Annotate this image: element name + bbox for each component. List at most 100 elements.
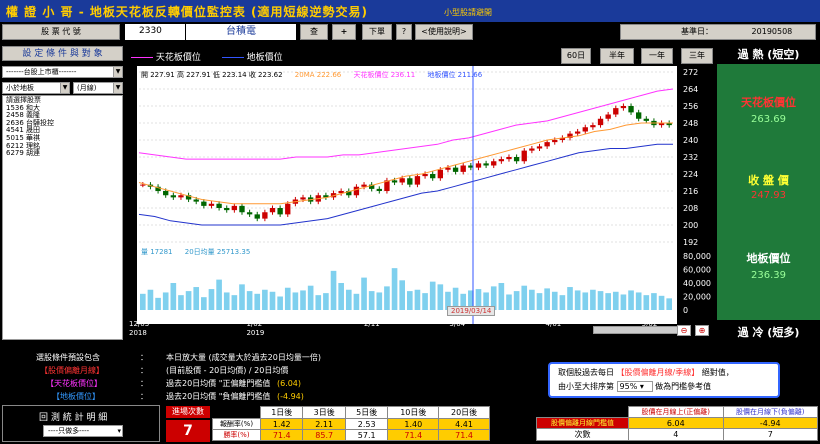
- chart-legend: 天花板價位 地板價位: [131, 50, 283, 63]
- threshold-row-label: 股價偏離月線門檻值: [536, 417, 629, 429]
- threshold-table: 股價在月線上(正偏離) 股價在月線下(負偏離) 股價偏離月線門檻值 6.04 -…: [536, 406, 818, 441]
- chart-scrollbar[interactable]: [593, 326, 687, 334]
- entry-count: 7: [166, 420, 210, 442]
- volume-bar: [216, 279, 222, 310]
- period-half-year-button[interactable]: 半年: [600, 48, 634, 64]
- period-three-year-button[interactable]: 三年: [681, 48, 713, 64]
- order-button[interactable]: 下單: [362, 24, 392, 40]
- candle-body: [216, 203, 222, 208]
- volume-bar: [384, 286, 390, 310]
- price-tick-label: 208: [683, 204, 698, 213]
- help-button[interactable]: <使用說明>: [415, 24, 473, 40]
- price-chart[interactable]: 272 264 256 248 240 232 224 216 208 200 192 80,000…: [125, 66, 717, 342]
- price-tick-label: 240: [683, 136, 698, 145]
- volume-tick-label: 0: [683, 306, 688, 315]
- volume-bar: [544, 288, 550, 310]
- query-button[interactable]: 查: [300, 24, 328, 40]
- return-cell: 4.41: [438, 418, 490, 430]
- volume-bar: [574, 290, 581, 310]
- candle-body: [163, 191, 169, 196]
- volume-bar: [338, 283, 344, 310]
- volume-bar: [422, 293, 428, 310]
- note-text: 絕對值，: [701, 368, 734, 377]
- volume-bar: [140, 293, 146, 310]
- table-row: 勝率(%) 71.4 85.7 57.1 71.4 71.4: [212, 429, 490, 441]
- volume-bar: [185, 291, 192, 310]
- percentile-value: 95%: [619, 382, 638, 391]
- zoom-in-icon[interactable]: ⊕: [695, 325, 709, 336]
- period-select[interactable]: (月線) ▼: [73, 82, 123, 94]
- stock-name: 台積電: [186, 24, 296, 40]
- candle-body: [452, 167, 459, 172]
- list-item[interactable]: 6279 胡連: [6, 150, 119, 158]
- settings-button[interactable]: 設 定 條 件 與 對 象: [2, 46, 123, 61]
- candle-body: [460, 165, 466, 172]
- return-cell: 1.40: [387, 418, 440, 430]
- table-row: 次數 4 7: [536, 428, 818, 441]
- stock-list[interactable]: 請選擇股票 1536 和大 2458 義隆 2636 台驊投控 4541 晟田 …: [2, 95, 123, 340]
- backtest-select[interactable]: ----只做多---- ▾: [43, 425, 123, 437]
- bottom-panel: 選股條件預設包含 ： 本日放大量 (成交量大於過去20日均量一倍) 【股價偏離月…: [0, 342, 820, 444]
- volume-bar: [666, 298, 672, 310]
- floor-text: 地板價位 211.66: [427, 71, 483, 79]
- volume-ma-text: 20日均量 25713.35: [184, 248, 251, 256]
- filter-select[interactable]: 小於地板 ▼: [2, 82, 70, 94]
- filter-select-value: 小於地板: [6, 84, 34, 92]
- legend-floor: 地板價位: [246, 53, 283, 63]
- zoom-out-icon[interactable]: ⊖: [677, 325, 691, 336]
- entry-count-label: 進場次數: [166, 406, 210, 418]
- percentile-select[interactable]: 95% ▾: [616, 381, 653, 392]
- period-select-value: (月線): [77, 84, 97, 92]
- date-tick-label: 2/11: [364, 320, 380, 328]
- stock-code-label: 股 票 代 號: [2, 24, 120, 40]
- volume-axis-ticks: 80,000 60,000 40,000 20,000 0: [683, 252, 711, 315]
- ceiling-cond-label: 【天花板價位】: [46, 379, 102, 388]
- count-pos: 4: [628, 428, 724, 441]
- chevron-down-icon: ▼: [113, 83, 122, 93]
- table-row: 1日後 3日後 5日後 10日後 20日後: [213, 406, 490, 419]
- candle-body: [628, 106, 634, 113]
- candle-body: [262, 212, 268, 219]
- volume-bar: [284, 287, 291, 310]
- condition-deviation: (目前股價 - 20日均價) / 20日均價: [166, 366, 289, 375]
- period-one-year-button[interactable]: 一年: [641, 48, 673, 64]
- candle-body: [231, 205, 238, 211]
- volume-bar: [399, 280, 405, 310]
- close-value: 247.93: [751, 190, 786, 201]
- condition-ceiling-value: (6.04): [276, 379, 302, 388]
- volume-bar: [246, 291, 253, 310]
- volume-bar: [254, 293, 261, 310]
- volume-bar: [597, 291, 604, 310]
- condition-floor-value: (-4.94): [276, 392, 304, 401]
- close-title: 收 盤 價: [748, 174, 789, 187]
- add-button[interactable]: +: [332, 24, 356, 40]
- condition-volume: 本日放大量 (成交量大於過去20日均量一倍): [166, 353, 321, 362]
- return-cell: 2.53: [344, 418, 389, 430]
- candle-body: [140, 184, 146, 186]
- candle-body: [605, 114, 611, 119]
- day-header: 10日後: [387, 406, 440, 419]
- candle-body: [529, 148, 535, 151]
- volume-bar: [208, 289, 215, 310]
- period-60d-button[interactable]: 60日: [561, 48, 591, 64]
- market-select[interactable]: -------台股上市櫃------- ▼: [2, 66, 123, 78]
- volume-bar: [437, 284, 444, 310]
- price-axis-ticks: 272 264 256 248 240 232 224 216 208 200 192: [683, 68, 698, 247]
- price-tick-label: 272: [683, 68, 698, 77]
- volume-tick-label: 60,000: [683, 266, 711, 275]
- backtest-table: 1日後 3日後 5日後 10日後 20日後 報酬率(%) 1.42 2.11 2…: [212, 406, 490, 441]
- date-tick-label: 12/03: [129, 320, 149, 328]
- volume-bar: [498, 283, 505, 310]
- help-question-button[interactable]: ?: [396, 24, 412, 40]
- note-text: 取個股過去每日: [558, 368, 614, 377]
- volume-bar: [529, 289, 535, 310]
- return-cell: 1.42: [259, 418, 304, 430]
- volume-bar: [292, 292, 299, 310]
- candle-body: [170, 195, 176, 198]
- candle-body: [361, 184, 367, 187]
- stock-code-input[interactable]: 2330: [125, 24, 185, 40]
- volume-bar: [651, 293, 657, 310]
- date-tick-year: 2018: [129, 329, 147, 337]
- candle-body: [574, 131, 581, 134]
- win-cell: 85.7: [302, 429, 346, 441]
